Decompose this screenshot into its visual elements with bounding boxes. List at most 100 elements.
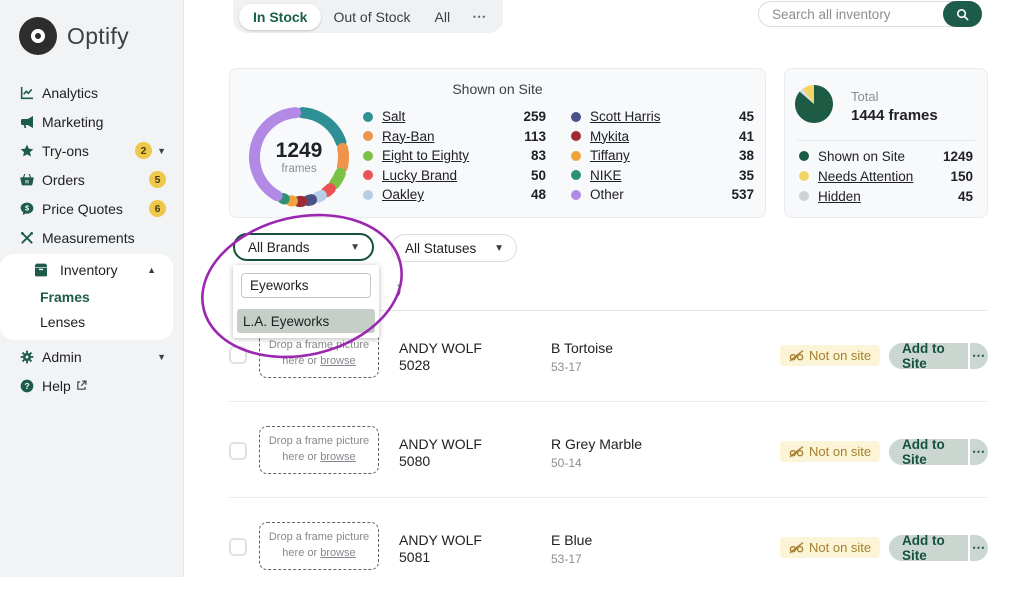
image-dropzone[interactable]: Drop a frame picturehere or browse	[259, 522, 379, 570]
legend-label[interactable]: Scott Harris	[590, 109, 661, 124]
browse-link[interactable]: browse	[320, 547, 355, 559]
status-badge: Not on site	[780, 441, 880, 462]
chart-legend: Salt259Ray-Ban113Eight to Eighty83Lucky …	[363, 110, 754, 201]
legend-value: 48	[531, 187, 546, 202]
legend-label[interactable]: Mykita	[590, 129, 629, 144]
legend-item: NIKE35	[571, 169, 754, 182]
total-breakdown-row: Needs Attention150	[799, 169, 973, 183]
add-to-site-button[interactable]: Add to Site	[889, 343, 968, 369]
breakdown-label[interactable]: Hidden	[818, 189, 861, 204]
legend-label[interactable]: Tiffany	[590, 148, 630, 163]
brand-donut-chart: 1249 frames	[243, 101, 355, 213]
optify-logo-icon	[19, 17, 57, 55]
row-select-checkbox[interactable]	[229, 346, 247, 364]
divider	[797, 140, 975, 141]
dropzone-text: Drop a frame picture	[269, 530, 369, 546]
total-label: Total	[851, 89, 938, 104]
frame-color-name: B Tortoise	[551, 340, 613, 357]
chevron-down-icon: ▼	[350, 242, 360, 253]
sidebar-item-help[interactable]: ?Help	[0, 371, 183, 400]
frame-size: 53-17	[551, 551, 592, 568]
legend-label[interactable]: NIKE	[590, 168, 622, 183]
breakdown-value: 45	[958, 189, 973, 204]
status-dot-icon	[799, 171, 809, 181]
total-breakdown-row: Hidden 45	[799, 189, 973, 203]
legend-label[interactable]: Eight to Eighty	[382, 148, 469, 163]
legend-dot-icon	[571, 151, 581, 161]
row-select-checkbox[interactable]	[229, 538, 247, 556]
search-input[interactable]	[759, 6, 943, 23]
legend-dot-icon	[571, 131, 581, 141]
row-more-button[interactable]: ⋯	[970, 439, 988, 465]
basket-icon	[19, 171, 35, 188]
search-button[interactable]	[943, 1, 982, 27]
legend-value: 50	[531, 168, 546, 183]
legend-item: Other537	[571, 188, 754, 201]
tab-out-of-stock[interactable]: Out of Stock	[321, 5, 422, 29]
dropzone-text-prefix: here or	[282, 547, 320, 559]
legend-label[interactable]: Ray-Ban	[382, 129, 435, 144]
browse-link[interactable]: browse	[320, 355, 355, 367]
frame-brand-col: ANDY WOLF5028	[399, 340, 482, 374]
price-quote-icon: $	[19, 200, 35, 217]
sidebar-item-orders[interactable]: Orders5	[0, 165, 183, 194]
tab-more-menu[interactable]: ⋯	[462, 4, 497, 29]
sidebar-item-try-ons[interactable]: Try-ons2▼	[0, 136, 183, 165]
legend-column: Scott Harris45Mykita41Tiffany38NIKE35Oth…	[571, 110, 754, 201]
sidebar-item-marketing[interactable]: Marketing	[0, 107, 183, 136]
dropzone-text: here or browse	[282, 354, 355, 370]
dropzone-text: Drop a frame picture	[269, 338, 369, 354]
status-badge: Not on site	[780, 537, 880, 558]
sidebar-item-measurements[interactable]: Measurements	[0, 223, 183, 252]
status-text: Not on site	[809, 348, 871, 363]
row-more-button[interactable]: ⋯	[970, 535, 988, 561]
sidebar-item-admin[interactable]: Admin▼	[0, 342, 183, 371]
browse-link[interactable]: browse	[320, 451, 355, 463]
donut-svg	[243, 101, 355, 213]
total-pie-chart	[794, 84, 834, 124]
brand-dropdown-panel: L.A. Eyeworks	[233, 265, 379, 338]
dropzone-text: here or browse	[282, 546, 355, 562]
add-to-site-button-group: Add to Site⋯	[889, 439, 988, 465]
donut-segment-lucky-brand	[327, 189, 330, 192]
donut-segment-salt	[302, 113, 341, 142]
legend-label: Other	[590, 187, 624, 202]
legend-item: Mykita41	[571, 130, 754, 143]
app-name: Optify	[67, 23, 129, 50]
add-to-site-button[interactable]: Add to Site	[889, 535, 968, 561]
sidebar-item-frames[interactable]: Frames	[0, 284, 173, 309]
search-icon	[955, 7, 970, 22]
legend-label[interactable]: Salt	[382, 109, 405, 124]
sidebar-item-price-quotes[interactable]: $Price Quotes6	[0, 194, 183, 223]
frame-model: 5081	[399, 549, 482, 566]
tab-all[interactable]: All	[423, 5, 463, 29]
sidebar-item-label: Price Quotes	[42, 200, 123, 218]
sidebar: Optify AnalyticsMarketingTry-ons2▼Orders…	[0, 0, 184, 577]
chevron-down-icon: ▼	[157, 348, 166, 366]
brand-option[interactable]: L.A. Eyeworks	[237, 309, 375, 333]
legend-value: 45	[739, 109, 754, 124]
inventory-box-icon	[33, 261, 49, 278]
sidebar-item-inventory[interactable]: Inventory▲	[0, 255, 173, 284]
brand-filter[interactable]: All Brands ▼	[233, 233, 374, 261]
add-to-site-button[interactable]: Add to Site	[889, 439, 968, 465]
status-dot-icon	[799, 151, 809, 161]
brand-search-input[interactable]	[241, 273, 371, 298]
legend-label[interactable]: Oakley	[382, 187, 424, 202]
app-logo[interactable]: Optify	[0, 0, 183, 55]
divider	[229, 401, 987, 402]
image-dropzone[interactable]: Drop a frame picturehere or browse	[259, 426, 379, 474]
dropzone-text: Drop a frame picture	[269, 434, 369, 450]
legend-value: 113	[524, 129, 546, 144]
frame-row: Drop a frame picturehere or browse ANDY W…	[229, 330, 988, 400]
legend-dot-icon	[571, 190, 581, 200]
row-more-button[interactable]: ⋯	[970, 343, 988, 369]
sidebar-item-lenses[interactable]: Lenses	[0, 309, 173, 334]
legend-label[interactable]: Lucky Brand	[382, 168, 457, 183]
breakdown-label[interactable]: Needs Attention	[818, 169, 913, 184]
row-select-checkbox[interactable]	[229, 442, 247, 460]
status-filter[interactable]: All Statuses ▼	[391, 234, 517, 262]
legend-dot-icon	[363, 131, 373, 141]
sidebar-item-analytics[interactable]: Analytics	[0, 78, 183, 107]
tab-in-stock[interactable]: In Stock	[239, 4, 321, 30]
